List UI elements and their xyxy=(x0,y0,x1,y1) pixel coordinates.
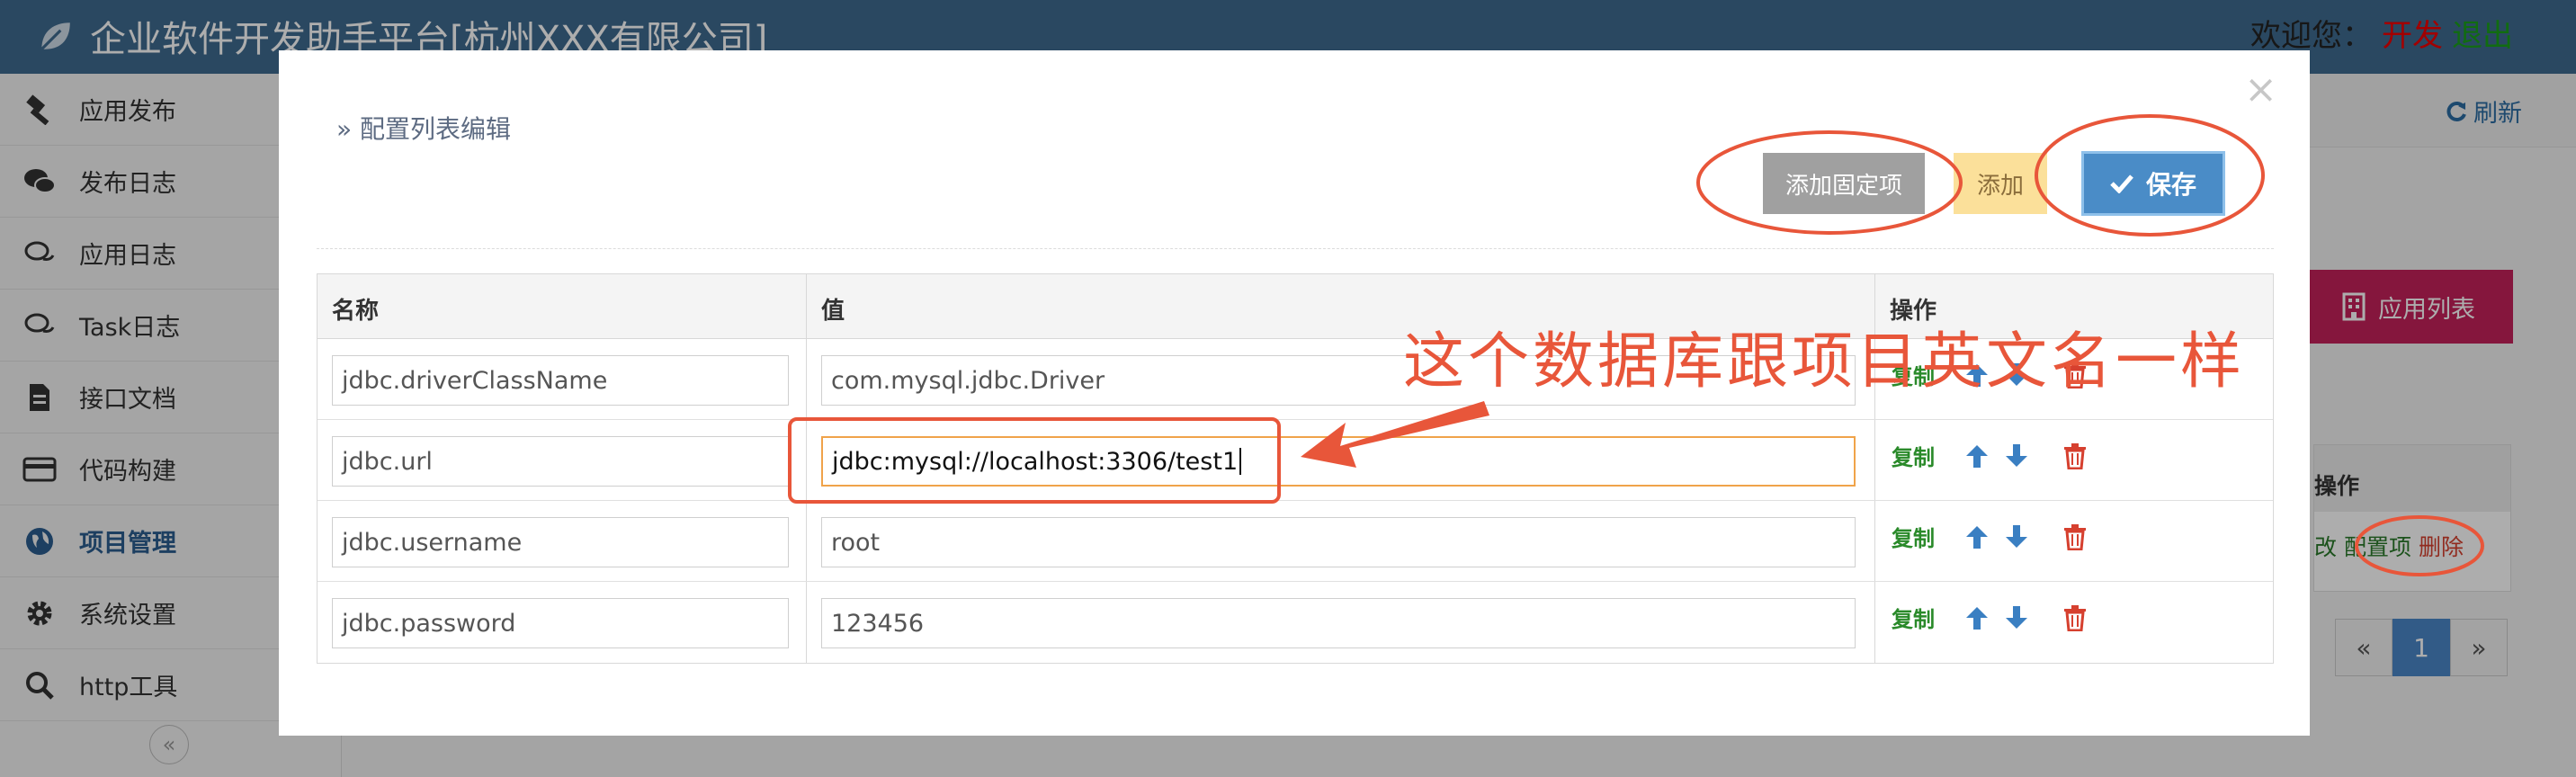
arrow-up-icon[interactable] xyxy=(1963,523,1990,550)
annotation-note: 这个数据库跟项目英文名一样 xyxy=(1403,326,2246,397)
copy-link[interactable]: 复制 xyxy=(1892,602,1935,633)
table-row: jdbc.username root 复制 xyxy=(318,501,2273,582)
header-name: 名称 xyxy=(318,274,807,338)
save-label: 保存 xyxy=(2145,170,2196,200)
copy-link[interactable]: 复制 xyxy=(1892,440,1935,471)
copy-link[interactable]: 复制 xyxy=(1892,521,1935,552)
arrow-down-icon[interactable] xyxy=(2003,604,2030,631)
check-icon xyxy=(2110,174,2133,193)
save-button[interactable]: 保存 xyxy=(2081,151,2225,216)
add-fixed-item-button[interactable]: 添加固定项 xyxy=(1763,153,1925,214)
config-value-input[interactable]: root xyxy=(821,517,1856,567)
text-cursor xyxy=(1239,448,1242,475)
config-name-input[interactable]: jdbc.password xyxy=(332,598,789,648)
trash-icon[interactable] xyxy=(2062,523,2088,550)
config-value-input[interactable]: jdbc:mysql://localhost:3306/test1 xyxy=(821,436,1856,487)
arrow-down-icon[interactable] xyxy=(2003,442,2030,469)
config-name-input[interactable]: jdbc.url xyxy=(332,436,789,487)
config-name-input[interactable]: jdbc.driverClassName xyxy=(332,355,789,406)
config-value-text: jdbc:mysql://localhost:3306/test1 xyxy=(832,447,1239,476)
arrow-up-icon[interactable] xyxy=(1963,442,1990,469)
table-row: jdbc.url jdbc:mysql://localhost:3306/tes… xyxy=(318,420,2273,501)
trash-icon[interactable] xyxy=(2062,604,2088,631)
add-button[interactable]: 添加 xyxy=(1954,153,2047,214)
arrow-down-icon[interactable] xyxy=(2003,523,2030,550)
divider xyxy=(317,248,2274,249)
modal-close-button[interactable]: × xyxy=(2244,70,2277,110)
arrow-up-icon[interactable] xyxy=(1963,604,1990,631)
trash-icon[interactable] xyxy=(2062,442,2088,469)
modal-title: » 配置列表编辑 xyxy=(336,114,512,144)
table-row: jdbc.password 123456 复制 xyxy=(318,582,2273,663)
config-name-input[interactable]: jdbc.username xyxy=(332,517,789,567)
config-value-input[interactable]: 123456 xyxy=(821,598,1856,648)
